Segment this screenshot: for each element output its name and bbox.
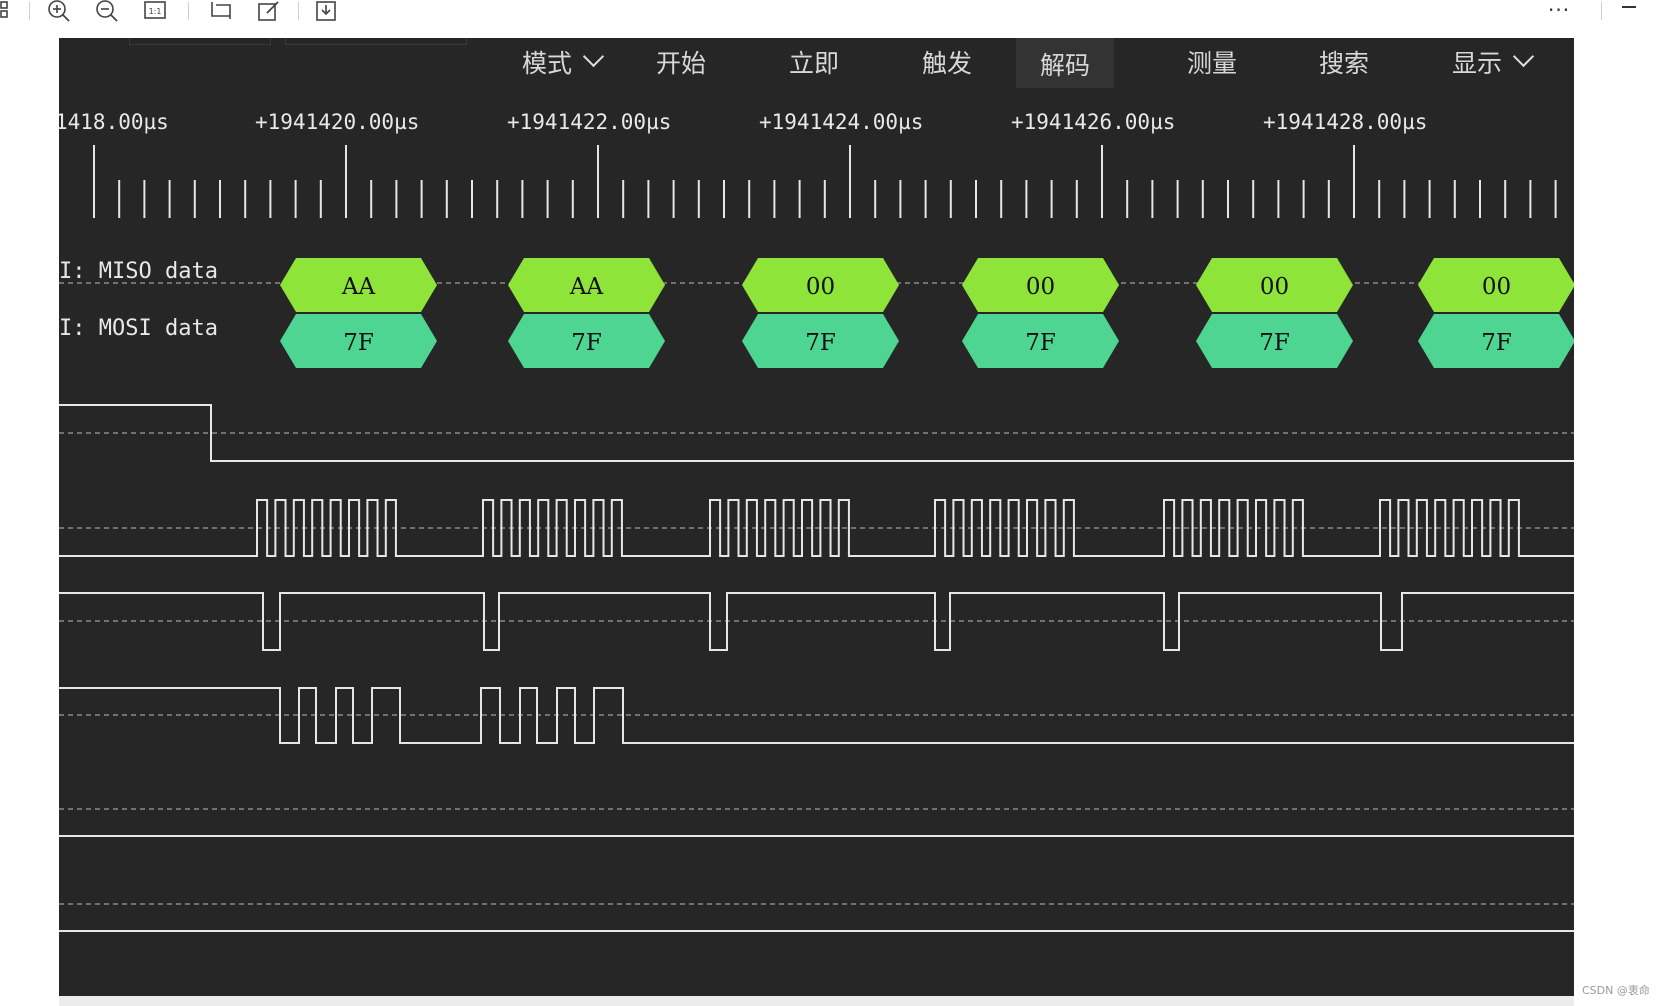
minimize-icon[interactable] (1622, 6, 1636, 8)
panel-bottom-strip (59, 996, 1574, 1006)
toolbar-divider (1601, 2, 1602, 20)
zoom-in-icon[interactable] (46, 0, 72, 22)
miso-data-value: 00 (1260, 274, 1289, 300)
miso-data-value: AA (569, 274, 604, 300)
host-toolbar: 1:1 ··· (0, 0, 1660, 36)
miso-data-value: 00 (1026, 274, 1055, 300)
mosi-data-value: 7F (1025, 330, 1056, 356)
toolbar-divider (29, 2, 30, 20)
edit-icon[interactable] (256, 0, 282, 22)
mosi-data-value: 7F (805, 330, 836, 356)
decoder-row: AA 7F AA 7F 00 7F 00 7F 00 7F 00 7F (59, 258, 1574, 368)
grid-icon[interactable] (0, 0, 26, 22)
miso-data-value: AA (341, 274, 376, 300)
mosi-data-value: 7F (343, 330, 374, 356)
toolbar-divider (188, 2, 189, 20)
mosi-data-value: 7F (1259, 330, 1290, 356)
toolbar-divider (298, 2, 299, 20)
miso-data-value: 00 (1482, 274, 1511, 300)
download-icon[interactable] (314, 0, 340, 22)
fit-icon[interactable]: 1:1 (142, 0, 168, 22)
signal-traces (59, 404, 1574, 932)
mosi-data-value: 7F (1481, 330, 1512, 356)
more-options-icon[interactable]: ··· (1548, 0, 1570, 22)
zoom-out-icon[interactable] (94, 0, 120, 22)
logic-analyzer-panel: 模式 开始 立即 触发 解码 测量 搜索 显示 1418.00µs +19414… (59, 38, 1574, 1006)
watermark: CSDN @衷命 (1582, 984, 1650, 997)
miso-data-value: 00 (806, 274, 835, 300)
svg-text:1:1: 1:1 (149, 7, 162, 16)
crop-icon[interactable] (208, 0, 234, 22)
waveform-area[interactable]: AA 7F AA 7F 00 7F 00 7F 00 7F 00 7F (59, 38, 1574, 1006)
time-ruler (93, 145, 1557, 218)
mosi-data-value: 7F (571, 330, 602, 356)
